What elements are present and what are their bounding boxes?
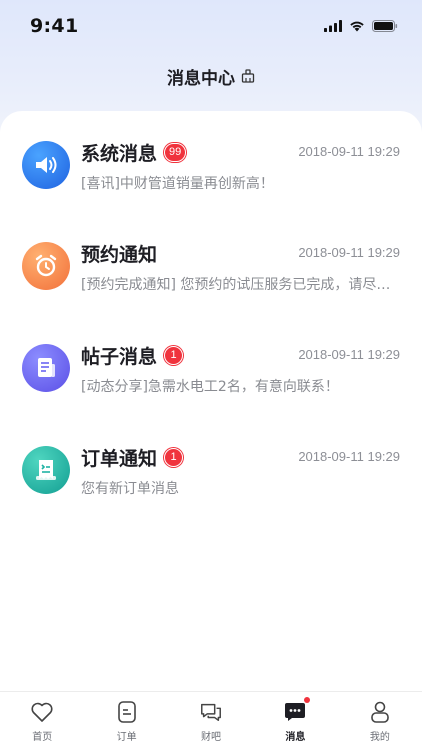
message-title: 帖子消息 [81,346,158,368]
message-preview: [喜讯]中财管道销量再创新高！ [81,176,274,192]
heart-icon [30,700,54,724]
message-title: 预约通知 [81,244,158,266]
tab-label: 财吧 [201,732,222,743]
chat-icon [199,700,223,724]
tab-messages[interactable]: 消息 [253,692,337,750]
message-preview: 您有新订单消息 [81,481,179,497]
tab-label: 我的 [369,732,390,743]
speaker-icon [22,141,70,189]
status-icons [324,19,398,33]
unread-badge: 1 [164,346,183,365]
status-bar: 9:41 [0,0,422,54]
status-time: 9:41 [30,15,79,37]
message-item-order[interactable]: 订单通知 1 2018-09-11 19:29 您有新订单消息 [0,446,422,526]
message-time: 2018-09-11 19:29 [298,144,400,159]
message-preview: [预约完成通知] 您预约的试压服务已完成，请尽快确认 [81,277,401,293]
alarm-clock-icon [22,242,70,290]
message-preview: [动态分享]急需水电工2名，有意向联系！ [81,379,339,395]
page-title: 消息中心 [167,68,235,89]
wifi-icon [350,21,364,32]
receipt-icon [22,446,70,494]
tab-label: 消息 [285,732,306,743]
tab-profile[interactable]: 我的 [338,692,422,750]
broom-icon[interactable] [241,69,255,83]
message-title: 订单通知 [81,448,158,470]
battery-icon [372,20,398,32]
message-item-system[interactable]: 系统消息 99 2018-09-11 19:29 [喜讯]中财管道销量再创新高！ [0,141,422,221]
unread-badge: 1 [164,448,183,467]
message-time: 2018-09-11 19:29 [298,245,400,260]
message-time: 2018-09-11 19:29 [298,347,400,362]
message-title: 系统消息 [81,143,158,165]
header: 消息中心 [0,62,422,90]
profile-icon [368,700,392,724]
tab-forum[interactable]: 财吧 [169,692,253,750]
tab-label: 首页 [32,732,53,743]
notification-dot [304,697,311,703]
message-list: 系统消息 99 2018-09-11 19:29 [喜讯]中财管道销量再创新高！… [0,111,422,691]
document-icon [22,344,70,392]
message-icon [283,697,311,724]
tab-bar: 首页 订单 财吧 消息 我的 [0,691,422,750]
message-item-appointment[interactable]: 预约通知 2018-09-11 19:29 [预约完成通知] 您预约的试压服务已… [0,242,422,322]
message-time: 2018-09-11 19:29 [298,449,400,464]
tab-home[interactable]: 首页 [0,692,84,750]
order-icon [115,700,139,724]
tab-orders[interactable]: 订单 [84,692,168,750]
tab-label: 订单 [116,732,137,743]
unread-badge: 99 [164,143,187,162]
signal-icon [324,20,342,32]
message-item-post[interactable]: 帖子消息 1 2018-09-11 19:29 [动态分享]急需水电工2名，有意… [0,344,422,424]
